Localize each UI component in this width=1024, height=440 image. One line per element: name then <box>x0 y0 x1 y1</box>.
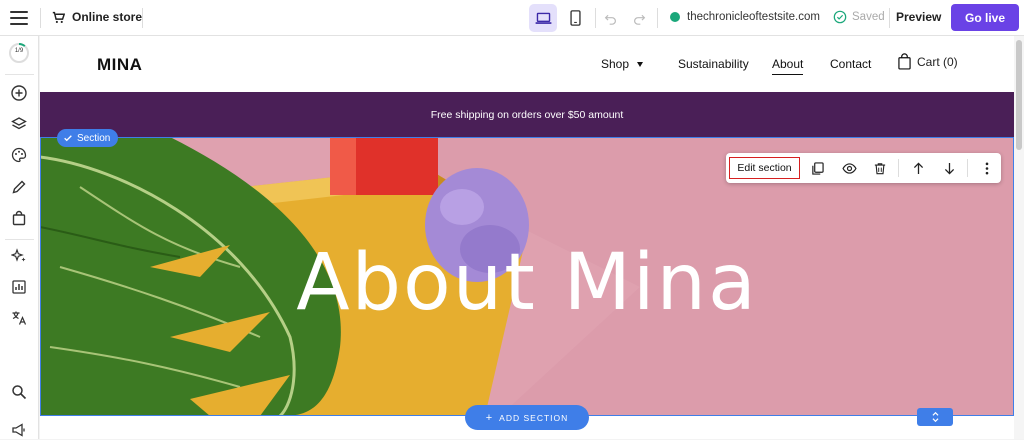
divider <box>898 159 899 177</box>
more-vertical-icon <box>985 162 989 174</box>
phone-icon <box>569 10 581 26</box>
edit-section-button[interactable]: Edit section <box>729 157 800 179</box>
editor-sidebar: 1/9 <box>0 36 39 439</box>
more-options-button[interactable] <box>978 159 996 177</box>
divider <box>5 74 34 75</box>
divider <box>657 8 658 28</box>
layers-icon[interactable] <box>9 114 29 134</box>
status-dot <box>670 12 680 22</box>
nav-about[interactable]: About <box>772 57 804 75</box>
saved-label: Saved <box>852 11 885 23</box>
menu-icon[interactable] <box>10 9 28 27</box>
redo-button[interactable] <box>629 8 649 28</box>
site-header: MINA Shop Sustainability About Contact C… <box>40 36 1014 92</box>
shopping-bag-icon <box>898 53 911 70</box>
chart-icon[interactable] <box>9 277 29 297</box>
chevron-down-icon <box>637 62 644 68</box>
nav-shop-label: Shop <box>601 57 630 71</box>
unfold-icon <box>932 411 938 423</box>
visibility-button[interactable] <box>840 159 858 177</box>
divider <box>40 8 41 28</box>
divider <box>967 159 968 177</box>
canvas-scrollbar[interactable] <box>1014 36 1024 439</box>
move-down-button[interactable] <box>940 159 958 177</box>
eye-icon <box>841 162 857 174</box>
delete-button[interactable] <box>871 159 889 177</box>
site-preview-canvas: MINA Shop Sustainability About Contact C… <box>40 36 1014 439</box>
divider <box>889 8 890 28</box>
cart-link[interactable]: Cart (0) <box>898 53 958 70</box>
site-url[interactable]: thechronicleoftestsite.com <box>670 11 820 23</box>
pen-icon[interactable] <box>9 177 29 197</box>
undo-button[interactable] <box>600 8 620 28</box>
bag-icon[interactable] <box>9 208 29 228</box>
section-tag-label: Section <box>77 132 111 144</box>
sparkle-icon[interactable] <box>9 246 29 266</box>
plus-icon: + <box>485 411 494 424</box>
mobile-view-button[interactable] <box>561 4 589 32</box>
site-url-text: thechronicleoftestsite.com <box>687 11 820 23</box>
check-circle-icon <box>833 10 847 24</box>
go-live-button[interactable]: Go live <box>951 4 1019 31</box>
cart-icon <box>52 11 65 23</box>
laptop-icon <box>535 12 551 24</box>
divider <box>142 8 143 28</box>
nav-shop[interactable]: Shop <box>601 57 644 71</box>
undo-icon <box>604 14 616 25</box>
desktop-view-button[interactable] <box>529 4 557 32</box>
megaphone-icon[interactable] <box>9 420 29 440</box>
trash-icon <box>874 162 886 174</box>
site-logo[interactable]: MINA <box>97 55 142 75</box>
add-icon[interactable] <box>9 83 29 103</box>
copy-icon <box>811 161 824 175</box>
nav-sustainability[interactable]: Sustainability <box>678 57 749 71</box>
translate-icon[interactable] <box>9 308 29 328</box>
divider <box>5 239 34 240</box>
arrow-down-icon <box>944 162 954 174</box>
save-status: Saved <box>833 10 885 24</box>
divider <box>595 8 596 28</box>
setup-progress[interactable]: 1/9 <box>8 42 30 64</box>
check-icon <box>64 135 72 142</box>
store-selector[interactable]: Online store <box>52 10 142 24</box>
search-icon[interactable] <box>9 382 29 402</box>
duplicate-button[interactable] <box>808 159 826 177</box>
section-tag[interactable]: Section <box>57 129 119 147</box>
add-section-label: ADD SECTION <box>499 412 569 423</box>
store-label: Online store <box>72 10 143 24</box>
palette-icon[interactable] <box>9 145 29 165</box>
preview-button[interactable]: Preview <box>896 10 941 24</box>
arrow-up-icon <box>913 162 923 174</box>
expand-section-button[interactable] <box>917 408 953 426</box>
section-toolbar: Edit section <box>726 153 1001 183</box>
nav-contact[interactable]: Contact <box>830 57 871 71</box>
redo-icon <box>633 14 645 25</box>
announcement-banner: Free shipping on orders over $50 amount <box>40 92 1014 137</box>
progress-label: 1/9 <box>14 48 24 54</box>
scroll-thumb[interactable] <box>1016 40 1022 150</box>
editor-topbar: Online store thechronicleoftestsite.com … <box>0 0 1024 36</box>
add-section-button[interactable]: + ADD SECTION <box>465 405 589 430</box>
banner-text: Free shipping on orders over $50 amount <box>430 108 624 121</box>
move-up-button[interactable] <box>909 159 927 177</box>
cart-label: Cart (0) <box>917 54 958 69</box>
